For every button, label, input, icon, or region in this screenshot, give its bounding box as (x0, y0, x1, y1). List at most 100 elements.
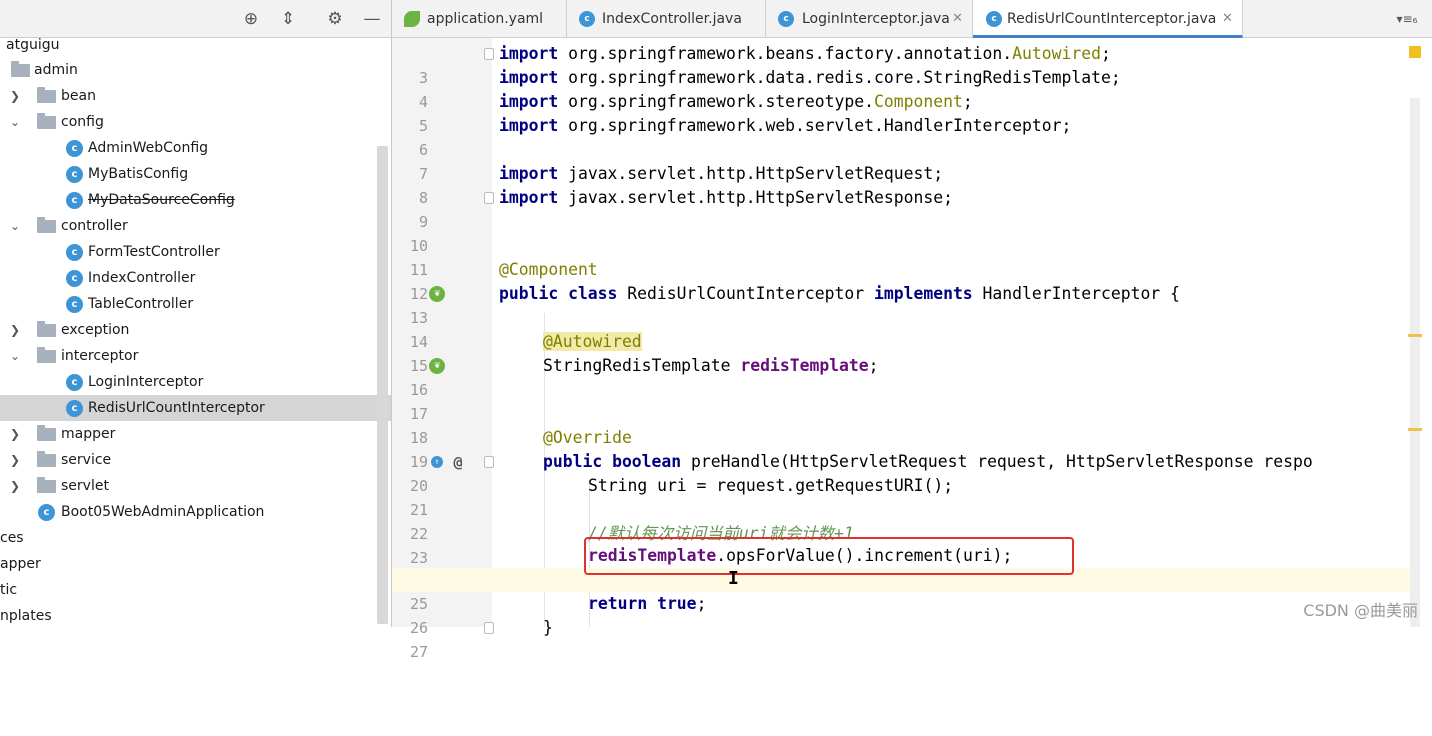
folder-icon (37, 477, 56, 493)
code-text: RedisUrlCountInterceptor (617, 284, 874, 303)
close-icon[interactable]: ✕ (952, 0, 963, 38)
tree-item-redisurlcountinterceptor[interactable]: c RedisUrlCountInterceptor (0, 395, 391, 421)
tree-item-label: service (61, 452, 112, 468)
class-icon: c (579, 11, 595, 27)
fold-marker-icon[interactable] (484, 192, 494, 204)
tree-item-label: apper (0, 556, 41, 572)
tab-list-menu[interactable]: ▾≡₆ (1387, 0, 1427, 38)
code-text: ; (1100, 44, 1111, 63)
tab-label: IndexController.java (602, 11, 742, 27)
gear-icon[interactable]: ⚙ (325, 9, 345, 29)
tab-indexcontroller[interactable]: c IndexController.java (567, 0, 766, 38)
fold-marker-icon[interactable] (484, 48, 494, 60)
folder-icon (37, 451, 56, 467)
keyword: import (499, 92, 559, 111)
folder-icon (37, 217, 56, 233)
class-icon: c (986, 11, 1002, 27)
field-text: redisTemplate (740, 356, 869, 375)
annotation-gutter-icon[interactable]: @ (450, 454, 466, 470)
code-line: 7 (392, 138, 1412, 183)
tree-item-service[interactable]: ❯ service (0, 447, 391, 473)
code-line: 14 (392, 306, 1412, 351)
tree-item-admin[interactable]: admin (0, 57, 391, 83)
tree-item-label: config (61, 114, 104, 130)
autowired-bean-gutter-icon[interactable]: ❦ (429, 358, 445, 374)
tab-logininterceptor[interactable]: c LoginInterceptor.java ✕ (766, 0, 973, 38)
code-line: 22 (392, 498, 1412, 543)
code-text: org.springframework.web.servlet.HandlerI… (558, 116, 1072, 135)
tree-item-formtestcontroller[interactable]: c FormTestController (0, 239, 391, 265)
fold-marker-icon[interactable] (484, 622, 494, 634)
spring-bean-gutter-icon[interactable]: ❦ (429, 286, 445, 302)
chevron-down-icon[interactable]: ⌄ (8, 213, 22, 239)
keyword: return true (588, 594, 697, 613)
minimize-icon[interactable]: — (362, 9, 382, 29)
class-icon: c (778, 11, 794, 27)
class-icon: c (66, 192, 83, 209)
tree-item-atguigu[interactable]: atguigu (0, 32, 391, 58)
tree-item-servlet[interactable]: ❯ servlet (0, 473, 391, 499)
keyword: import (499, 164, 559, 183)
tree-item-mapper-res[interactable]: apper (0, 551, 391, 577)
code-line: 12 @Component (392, 258, 1412, 303)
tree-item-resources[interactable]: ces (0, 525, 391, 551)
chevron-right-icon[interactable]: ❯ (8, 317, 22, 343)
tab-redisurlcountinterceptor[interactable]: c RedisUrlCountInterceptor.java ✕ (973, 0, 1243, 38)
override-method-icon[interactable]: ↑ (431, 456, 443, 468)
tree-item-label: LoginInterceptor (88, 374, 204, 390)
chevron-right-icon[interactable]: ❯ (8, 83, 22, 109)
tree-item-label: nplates (0, 608, 52, 624)
tree-item-config[interactable]: ⌄ config (0, 109, 391, 135)
tree-item-label: interceptor (61, 348, 139, 364)
tree-item-boot05webadminapplication[interactable]: c Boot05WebAdminApplication (0, 499, 391, 525)
folder-icon (37, 321, 56, 337)
tree-item-controller[interactable]: ⌄ controller (0, 213, 391, 239)
folder-icon (37, 87, 56, 103)
tab-application-yaml[interactable]: application.yaml (392, 0, 567, 38)
class-icon: c (66, 140, 83, 157)
text-cursor-icon: I (728, 568, 739, 589)
tab-label: RedisUrlCountInterceptor.java (1007, 11, 1217, 27)
code-editor[interactable]: 3 import org.springframework.beans.facto… (392, 38, 1432, 661)
tree-item-label: RedisUrlCountInterceptor (88, 400, 265, 416)
tree-item-mydatasourceconfig[interactable]: c MyDataSourceConfig (0, 187, 391, 213)
spring-leaf-icon (404, 11, 420, 27)
tree-item-logininterceptor[interactable]: c LoginInterceptor (0, 369, 391, 395)
tree-item-static[interactable]: tic (0, 577, 391, 603)
tree-item-indexcontroller[interactable]: c IndexController (0, 265, 391, 291)
tree-item-label: mapper (61, 426, 116, 442)
chevron-down-icon[interactable]: ⌄ (8, 109, 22, 135)
error-stripe-mark[interactable] (1408, 428, 1422, 431)
warning-marker-icon[interactable] (1409, 46, 1421, 58)
locate-icon[interactable]: ⊕ (241, 9, 261, 29)
chevron-right-icon[interactable]: ❯ (8, 473, 22, 499)
tree-item-adminwebconfig[interactable]: c AdminWebConfig (0, 135, 391, 161)
chevron-down-icon[interactable]: ⌄ (8, 343, 22, 369)
close-icon[interactable]: ✕ (1222, 0, 1233, 38)
editor-scrollbar[interactable] (1410, 98, 1420, 627)
code-text: org.springframework.stereotype. (558, 92, 874, 111)
tree-item-bean[interactable]: ❯ bean (0, 83, 391, 109)
tree-item-label: servlet (61, 478, 109, 494)
collapse-all-icon[interactable]: ⇕ (278, 9, 298, 29)
keyword: public class (499, 284, 618, 303)
code-line: 26 return true; (392, 592, 1412, 637)
class-icon: c (66, 400, 83, 417)
code-line: 5 import org.springframework.stereotype.… (392, 90, 1412, 135)
fold-marker-icon[interactable] (484, 456, 494, 468)
tree-scrollbar[interactable] (377, 146, 388, 624)
folder-icon (37, 113, 56, 129)
tree-item-mybatisconfig[interactable]: c MyBatisConfig (0, 161, 391, 187)
chevron-right-icon[interactable]: ❯ (8, 447, 22, 473)
tree-item-mapper[interactable]: ❯ mapper (0, 421, 391, 447)
tree-item-tablecontroller[interactable]: c TableController (0, 291, 391, 317)
error-stripe-mark[interactable] (1408, 334, 1422, 337)
code-text: HandlerInterceptor { (972, 284, 1180, 303)
tree-item-interceptor[interactable]: ⌄ interceptor (0, 343, 391, 369)
tree-item-exception[interactable]: ❯ exception (0, 317, 391, 343)
code-line: 4 import org.springframework.data.redis.… (392, 66, 1412, 111)
chevron-right-icon[interactable]: ❯ (8, 421, 22, 447)
annotation-text: @Component (499, 260, 598, 279)
tree-item-templates[interactable]: nplates (0, 603, 391, 627)
code-text: javax.servlet.http.HttpServletResponse; (558, 188, 953, 207)
